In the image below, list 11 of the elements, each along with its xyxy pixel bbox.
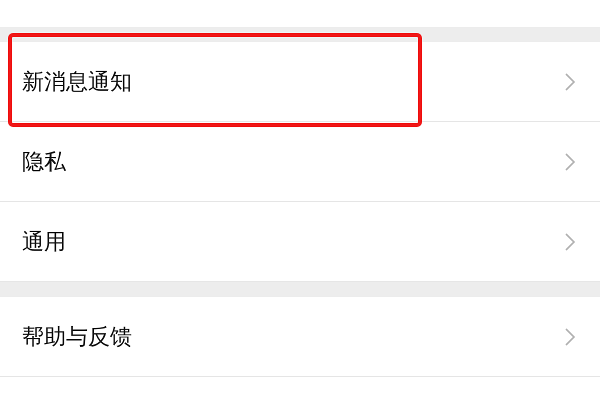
settings-item[interactable]: 隐私 [0, 122, 600, 202]
settings-item[interactable]: 新消息通知 [0, 42, 600, 122]
chevron-icon [564, 232, 576, 252]
settings-label: 通用 [22, 228, 66, 256]
settings-label: 新消息通知 [22, 68, 132, 96]
settings-label: 隐私 [22, 148, 66, 176]
settings-label: 帮助与反馈 [22, 324, 132, 352]
chevron-icon [564, 72, 576, 92]
settings-item[interactable]: 通用 [0, 202, 600, 282]
chevron-icon [564, 326, 576, 346]
chevron-icon [564, 152, 576, 172]
